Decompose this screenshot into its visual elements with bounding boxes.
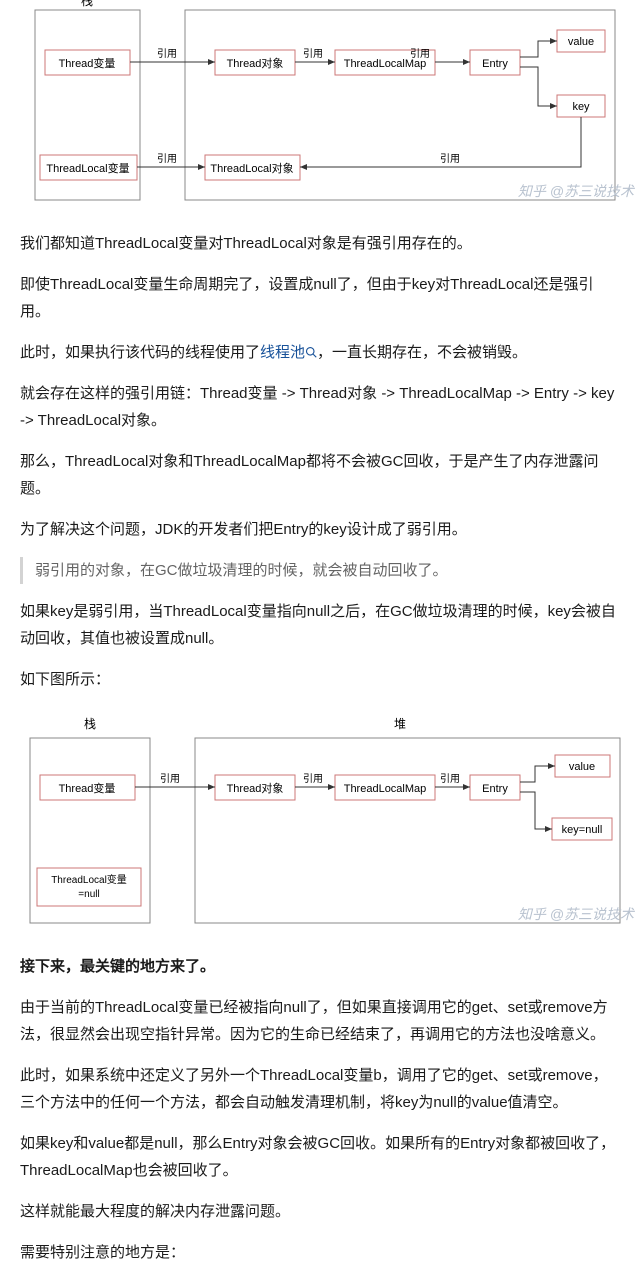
svg-text:Thread对象: Thread对象: [227, 781, 284, 795]
svg-text:堆: 堆: [394, 717, 406, 731]
svg-text:Entry: Entry: [482, 58, 508, 70]
para: 如果key和value都是null，那么Entry对象会被GC回收。如果所有的E…: [20, 1130, 622, 1184]
article-body: 我们都知道ThreadLocal变量对ThreadLocal对象是有强引用存在的…: [0, 230, 642, 693]
article-body-2: 接下来，最关键的地方来了。 由于当前的ThreadLocal变量已经被指向nul…: [0, 953, 642, 1266]
para: 我们都知道ThreadLocal变量对ThreadLocal对象是有强引用存在的…: [20, 230, 622, 257]
para-bold: 接下来，最关键的地方来了。: [20, 953, 622, 980]
svg-text:ThreadLocalMap: ThreadLocalMap: [344, 783, 427, 795]
svg-text:引用: 引用: [160, 773, 180, 785]
blockquote: 弱引用的对象，在GC做垃圾清理的时候，就会被自动回收了。: [20, 557, 622, 584]
svg-text:Thread对象: Thread对象: [227, 56, 284, 70]
para: 此时，如果执行该代码的线程使用了线程池 ，一直长期存在，不会被销毁。: [20, 339, 622, 366]
svg-text:ThreadLocal变量: ThreadLocal变量: [51, 873, 127, 886]
svg-text:引用: 引用: [440, 773, 460, 785]
svg-text:value: value: [569, 761, 595, 773]
svg-text:栈: 栈: [81, 0, 93, 8]
svg-text:引用: 引用: [303, 48, 323, 60]
para: 如下图所示：: [20, 666, 622, 693]
para: 需要特别注意的地方是：: [20, 1239, 622, 1266]
text: 此时，如果执行该代码的线程使用了: [20, 344, 260, 361]
svg-text:引用: 引用: [157, 153, 177, 165]
svg-text:栈: 栈: [84, 716, 96, 731]
svg-text:引用: 引用: [303, 773, 323, 785]
svg-text:value: value: [568, 36, 594, 48]
svg-text:=null: =null: [78, 889, 99, 900]
link-threadpool[interactable]: 线程池: [260, 344, 305, 361]
svg-text:Thread变量: Thread变量: [59, 781, 116, 795]
para: 就会存在这样的强引用链：Thread变量 -> Thread对象 -> Thre…: [20, 380, 622, 434]
text: ，一直长期存在，不会被销毁。: [317, 344, 527, 361]
svg-text:引用: 引用: [157, 48, 177, 60]
para: 由于当前的ThreadLocal变量已经被指向null了，但如果直接调用它的ge…: [20, 994, 622, 1048]
svg-text:ThreadLocal变量: ThreadLocal变量: [46, 161, 129, 175]
para: 为了解决这个问题，JDK的开发者们把Entry的key设计成了弱引用。: [20, 516, 622, 543]
search-icon: [305, 346, 317, 358]
para: 那么，ThreadLocal对象和ThreadLocalMap都将不会被GC回收…: [20, 448, 622, 502]
svg-text:引用: 引用: [410, 48, 430, 60]
para: 此时，如果系统中还定义了另外一个ThreadLocal变量b，调用了它的get、…: [20, 1062, 622, 1116]
diagram-2: 栈 堆 Thread变量 ThreadLocal变量 =null Thread对…: [0, 713, 642, 933]
svg-text:key=null: key=null: [562, 824, 603, 836]
svg-text:key: key: [572, 101, 590, 113]
para: 这样就能最大程度的解决内存泄露问题。: [20, 1198, 622, 1225]
svg-text:Entry: Entry: [482, 783, 508, 795]
para: 即使ThreadLocal变量生命周期完了，设置成null了，但由于key对Th…: [20, 271, 622, 325]
svg-text:ThreadLocal对象: ThreadLocal对象: [210, 161, 293, 175]
para: 如果key是弱引用，当ThreadLocal变量指向null之后，在GC做垃圾清…: [20, 598, 622, 652]
svg-text:Thread变量: Thread变量: [59, 56, 116, 70]
diagram-1: 栈 Thread变量 ThreadLocal变量 Thread对象 Thread…: [0, 0, 642, 210]
svg-text:引用: 引用: [440, 153, 460, 165]
